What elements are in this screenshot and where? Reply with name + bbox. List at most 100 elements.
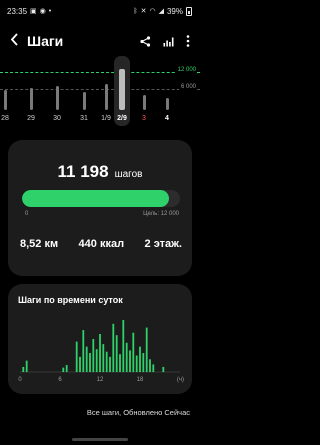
hourly-bar bbox=[85, 346, 88, 372]
reference-line-label: 6 000 bbox=[178, 84, 196, 90]
signal-icon: ◢ bbox=[158, 7, 164, 15]
hourly-bar bbox=[112, 323, 115, 372]
hourly-chart: 0 6 12 18 (ч) bbox=[18, 320, 184, 383]
progress-min-label: 0 bbox=[25, 211, 29, 217]
hourly-bar bbox=[95, 349, 98, 372]
day-bar bbox=[3, 90, 7, 110]
goal-line-label: 12 000 bbox=[175, 67, 196, 73]
app-header: Шаги bbox=[0, 28, 200, 54]
day-28[interactable]: 28 bbox=[0, 56, 12, 126]
day-bar bbox=[55, 86, 59, 110]
hourly-bar bbox=[115, 335, 118, 372]
hourly-bar bbox=[142, 353, 145, 372]
steps-row: 11 198 шагов bbox=[8, 162, 192, 182]
day-30[interactable]: 30 bbox=[50, 56, 64, 126]
steps-count: 11 198 bbox=[57, 162, 109, 181]
hourly-bar bbox=[152, 364, 155, 372]
hourly-bar bbox=[105, 351, 108, 372]
hourly-bar bbox=[145, 327, 148, 372]
header-actions bbox=[140, 35, 190, 47]
hourly-bar bbox=[125, 342, 128, 372]
day-label: 31 bbox=[80, 115, 88, 122]
hourly-bar bbox=[22, 366, 25, 372]
steps-unit: шагов bbox=[114, 169, 143, 180]
day-label: 28 bbox=[1, 115, 9, 122]
day-3[interactable]: 3 bbox=[137, 56, 151, 126]
hourly-bar bbox=[129, 350, 131, 372]
home-indicator[interactable] bbox=[72, 438, 128, 441]
hourly-bar bbox=[25, 360, 28, 372]
chevron-left-icon bbox=[10, 32, 18, 46]
hourly-bar bbox=[119, 354, 121, 372]
share-button[interactable] bbox=[140, 35, 151, 47]
wifi-icon: ◠ bbox=[149, 7, 156, 15]
hourly-bar bbox=[82, 330, 85, 372]
x-axis-unit-label: (ч) bbox=[177, 377, 184, 383]
day-29[interactable]: 29 bbox=[24, 56, 38, 126]
more-button[interactable] bbox=[186, 35, 190, 47]
status-right: ᛒ ✕ ◠ ◢ 39% bbox=[133, 6, 192, 16]
distance-value: 8,52 км bbox=[20, 238, 59, 250]
hourly-steps-card[interactable]: Шаги по времени суток 0 6 12 18 (ч) bbox=[8, 284, 192, 394]
hourly-bar bbox=[62, 367, 65, 372]
day-label: 1/9 bbox=[101, 115, 111, 122]
bluetooth-icon: ᛒ bbox=[133, 7, 138, 15]
trends-icon bbox=[163, 37, 174, 46]
status-time: 23:35 bbox=[7, 6, 28, 16]
day-31[interactable]: 31 bbox=[77, 56, 91, 126]
mute-icon: ✕ bbox=[140, 7, 147, 15]
dot-icon: • bbox=[48, 7, 52, 15]
hourly-bar bbox=[149, 359, 151, 372]
x-tick-label: 12 bbox=[97, 377, 104, 383]
trends-button[interactable] bbox=[163, 36, 174, 47]
day-bar bbox=[104, 84, 108, 110]
day-bar bbox=[82, 92, 86, 110]
hourly-bar bbox=[102, 344, 105, 372]
share-icon bbox=[140, 35, 151, 47]
goal-progress-bar bbox=[22, 190, 180, 207]
stats-row: 8,52 км 440 ккал 2 этаж. bbox=[20, 238, 182, 250]
hourly-bar bbox=[92, 339, 95, 372]
x-tick-label: 0 bbox=[18, 377, 22, 383]
back-button[interactable] bbox=[10, 32, 19, 50]
more-icon bbox=[186, 35, 190, 47]
day-label: 3 bbox=[142, 115, 146, 122]
day-bar bbox=[29, 88, 33, 110]
steps-summary-card[interactable]: 11 198 шагов 0 Цель: 12 000 8,52 км 440 … bbox=[8, 140, 192, 276]
hourly-bar bbox=[132, 332, 135, 372]
day-label: 2/9 bbox=[117, 115, 127, 122]
day-bar bbox=[119, 69, 125, 110]
day-bar bbox=[165, 98, 169, 110]
x-tick-label: 18 bbox=[137, 377, 144, 383]
progress-goal-label: Цель: 12 000 bbox=[143, 211, 179, 217]
status-bar: 23:35 ▣ ◉ • ᛒ ✕ ◠ ◢ 39% bbox=[0, 0, 200, 22]
day-1-9[interactable]: 1/9 bbox=[99, 56, 113, 126]
day-label: 29 bbox=[27, 115, 35, 122]
goal-progress-fill bbox=[22, 190, 170, 207]
image-notification-icon: ▣ bbox=[30, 7, 37, 15]
status-left: 23:35 ▣ ◉ • bbox=[7, 7, 51, 16]
whatsapp-icon: ◉ bbox=[39, 7, 46, 15]
hourly-bar bbox=[135, 355, 138, 372]
hourly-bar bbox=[122, 320, 125, 372]
day-label: 4 bbox=[165, 115, 169, 122]
update-status-text: Все шаги, Обновлено Сейчас bbox=[86, 408, 190, 417]
calories-value: 440 ккал bbox=[78, 238, 125, 250]
hourly-bar bbox=[109, 356, 111, 372]
day-2-9[interactable]: 2/9 bbox=[114, 56, 130, 126]
page-title: Шаги bbox=[27, 33, 64, 49]
day-label: 30 bbox=[53, 115, 61, 122]
floors-value: 2 этаж. bbox=[144, 238, 182, 250]
day-bar bbox=[142, 95, 146, 110]
hourly-bar bbox=[99, 334, 101, 372]
week-strip[interactable]: 12 000 6 000 28 29 30 31 1/9 2/9 3 4 bbox=[0, 56, 200, 126]
hourly-bar bbox=[139, 346, 141, 372]
battery-icon bbox=[186, 6, 192, 16]
day-4[interactable]: 4 bbox=[160, 56, 174, 126]
hourly-bar bbox=[89, 353, 91, 372]
hourly-bar bbox=[75, 341, 78, 372]
x-tick-label: 6 bbox=[58, 377, 62, 383]
hourly-bar bbox=[162, 366, 165, 372]
hourly-bar bbox=[79, 356, 81, 372]
battery-percent: 39% bbox=[166, 6, 183, 16]
